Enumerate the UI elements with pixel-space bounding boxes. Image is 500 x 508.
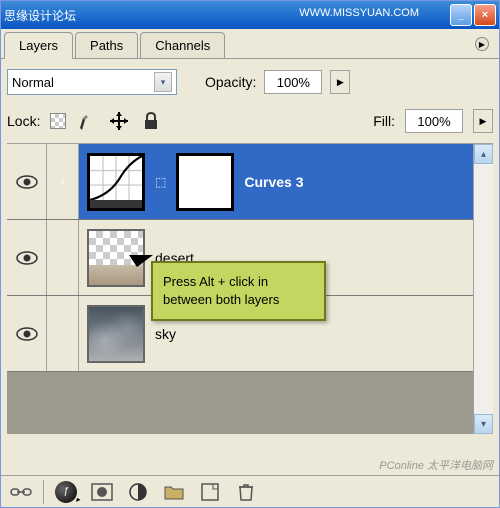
toolbar-separator [43, 480, 44, 504]
link-layers-button[interactable] [7, 480, 35, 504]
adjustment-layer-button[interactable] [124, 480, 152, 504]
blend-mode-value: Normal [12, 75, 54, 90]
chevron-down-icon: ▾ [154, 72, 172, 92]
opacity-label: Opacity: [205, 74, 256, 90]
lock-label: Lock: [7, 113, 40, 129]
layer-row-curves3[interactable]: ♪ ⬚ Curves 3 [7, 144, 473, 220]
tab-paths[interactable]: Paths [75, 32, 138, 58]
tooltip-text: Press Alt + click in between both layers [163, 274, 279, 307]
layer-name[interactable]: sky [155, 326, 176, 342]
layer-name[interactable]: Curves 3 [244, 174, 303, 190]
link-toggle[interactable] [47, 220, 79, 295]
opacity-slider-button[interactable]: ▶ [330, 70, 350, 94]
fill-value-field[interactable]: 100% [405, 109, 463, 133]
layer-mask-thumbnail[interactable] [176, 153, 234, 211]
layer-thumbnail[interactable] [87, 305, 145, 363]
lock-fill-row: Lock: Fill: 100% ▶ [7, 99, 493, 144]
lock-position-icon[interactable] [108, 110, 130, 132]
blend-mode-dropdown[interactable]: Normal ▾ [7, 69, 177, 95]
new-layer-button[interactable] [196, 480, 224, 504]
link-toggle[interactable]: ♪ [47, 144, 79, 219]
help-tooltip: Press Alt + click in between both layers [151, 261, 326, 321]
layers-panel-window: 思缘设计论坛 WWW.MISSYUAN.COM _ × Layers Paths… [0, 0, 500, 508]
desert-image-icon [89, 265, 143, 285]
layer-content: ⬚ Curves 3 [79, 144, 473, 219]
delete-layer-button[interactable] [232, 480, 260, 504]
fill-label: Fill: [373, 113, 395, 129]
window-titlebar[interactable]: 思缘设计论坛 WWW.MISSYUAN.COM _ × [1, 1, 499, 29]
eye-icon [16, 327, 38, 341]
tooltip-pointer-icon [129, 255, 153, 267]
panel-tabs: Layers Paths Channels ▶ [1, 29, 499, 58]
visibility-toggle[interactable] [7, 144, 47, 219]
tab-layers[interactable]: Layers [4, 32, 73, 59]
scroll-up-button[interactable]: ▴ [474, 144, 493, 164]
panel-bottom-toolbar: ƒ▸ [1, 475, 499, 507]
tab-channels[interactable]: Channels [140, 32, 225, 58]
visibility-toggle[interactable] [7, 296, 47, 371]
window-controls: _ × [450, 4, 496, 26]
lock-icons [50, 110, 162, 132]
lock-all-icon[interactable] [140, 110, 162, 132]
eye-icon [16, 175, 38, 189]
watermark-text: PConline 太平洋电脑网 [379, 457, 493, 473]
scroll-down-button[interactable]: ▾ [474, 414, 493, 434]
link-toggle[interactable] [47, 296, 79, 371]
lock-pixels-icon[interactable] [76, 110, 98, 132]
eye-icon [16, 251, 38, 265]
vertical-scrollbar[interactable]: ▴ ▾ [473, 144, 493, 434]
visibility-toggle[interactable] [7, 220, 47, 295]
window-title: 思缘设计论坛 WWW.MISSYUAN.COM [4, 7, 76, 24]
title-app: 思缘设计论坛 [4, 7, 76, 24]
lock-transparency-icon[interactable] [50, 113, 66, 129]
layer-style-button[interactable]: ƒ▸ [52, 480, 80, 504]
adjustment-thumbnail[interactable] [87, 153, 145, 211]
close-button[interactable]: × [474, 4, 496, 26]
mask-link-icon[interactable]: ⬚ [155, 175, 166, 189]
sky-image-icon [89, 307, 143, 361]
fill-slider-button[interactable]: ▶ [473, 109, 493, 133]
opacity-value-field[interactable]: 100% [264, 70, 322, 94]
panel-menu-button[interactable]: ▶ [475, 37, 489, 51]
blend-opacity-row: Normal ▾ Opacity: 100% ▶ [7, 65, 493, 99]
scrollbar-track[interactable] [474, 164, 493, 414]
panel-body: Normal ▾ Opacity: 100% ▶ Lock: Fil [1, 58, 499, 440]
title-url: WWW.MISSYUAN.COM [299, 7, 419, 19]
minimize-button[interactable]: _ [450, 4, 472, 26]
new-group-button[interactable] [160, 480, 188, 504]
add-mask-button[interactable] [88, 480, 116, 504]
